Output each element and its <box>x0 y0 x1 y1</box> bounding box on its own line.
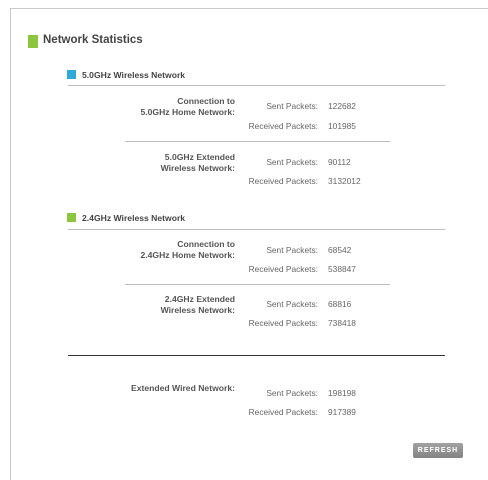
value-wired-sent: 198198 <box>328 388 356 398</box>
section-divider <box>68 85 445 86</box>
label-5ghz-extended-network: 5.0GHz Extended Wireless Network: <box>160 152 235 173</box>
label-received-packets: Received Packets: <box>248 121 318 131</box>
value-24ghz-home-sent: 68542 <box>328 245 352 255</box>
value-5ghz-extended-sent: 90112 <box>328 157 351 167</box>
value-5ghz-extended-received: 3132012 <box>328 176 361 186</box>
page-title: Network Statistics <box>43 34 143 46</box>
value-5ghz-home-received: 101985 <box>328 121 356 131</box>
value-wired-received: 917389 <box>328 407 356 417</box>
band-5ghz-marker <box>67 70 76 79</box>
label-sent-packets: Sent Packets: <box>266 245 318 255</box>
page-title-marker <box>28 35 38 48</box>
label-24ghz-home-network: Connection to 2.4GHz Home Network: <box>140 239 235 260</box>
band-24ghz-marker <box>67 213 76 222</box>
value-24ghz-extended-sent: 68816 <box>328 299 352 309</box>
label-sent-packets: Sent Packets: <box>266 299 318 309</box>
section-title-5ghz: 5.0GHz Wireless Network <box>82 70 186 80</box>
value-24ghz-home-received: 538847 <box>328 264 356 274</box>
refresh-button[interactable]: REFRESH <box>413 443 463 458</box>
label-received-packets: Received Packets: <box>248 176 318 186</box>
value-5ghz-home-sent: 122682 <box>328 101 356 111</box>
section-divider <box>68 229 445 230</box>
value-24ghz-extended-received: 738418 <box>328 318 356 328</box>
label-received-packets: Received Packets: <box>248 264 318 274</box>
label-sent-packets: Sent Packets: <box>266 157 318 167</box>
label-extended-wired-network: Extended Wired Network: <box>130 383 235 393</box>
label-5ghz-home-network: Connection to 5.0GHz Home Network: <box>140 96 235 117</box>
section-title-24ghz: 2.4GHz Wireless Network <box>82 213 186 223</box>
label-24ghz-extended-network: 2.4GHz Extended Wireless Network: <box>160 294 235 315</box>
label-received-packets: Received Packets: <box>248 407 318 417</box>
label-sent-packets: Sent Packets: <box>266 101 318 111</box>
wired-section-divider <box>68 355 445 356</box>
label-received-packets: Received Packets: <box>248 318 318 328</box>
subsection-divider <box>125 284 390 285</box>
label-sent-packets: Sent Packets: <box>266 388 318 398</box>
subsection-divider <box>125 141 390 142</box>
